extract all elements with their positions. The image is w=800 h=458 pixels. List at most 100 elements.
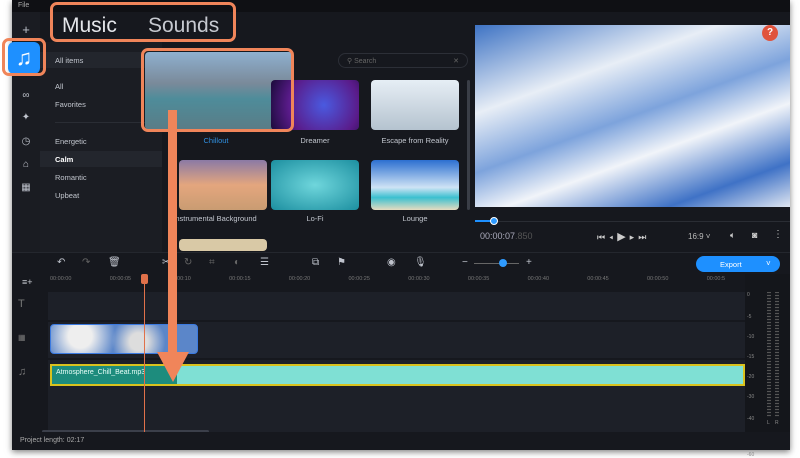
video-preview [475, 25, 790, 207]
audio-track-icon: ♫ [18, 366, 27, 378]
snapshot-icon[interactable]: ◙ [752, 230, 757, 240]
overlay-icon[interactable]: ⧉ [312, 257, 319, 268]
timeline-ruler: 00:00:00 00:00:05 00:00:10 00:00:15 00:00:20… [48, 274, 745, 290]
meter-tick-label: -20 [747, 374, 755, 380]
track-label-instrumental: Instrumental Background [173, 214, 257, 223]
undo-icon[interactable]: ↶ [57, 257, 65, 268]
timer-icon[interactable]: ◷ [18, 136, 34, 147]
clip-properties-icon[interactable]: ☰ [260, 257, 269, 268]
zoom-out-icon[interactable]: − [462, 257, 468, 268]
ruler-tick-label: 00:00:00 [50, 276, 72, 282]
meter-tick-label: -40 [747, 416, 755, 422]
menu-file[interactable]: File [18, 2, 29, 9]
more-icon[interactable]: ⋮ [773, 229, 783, 240]
ruler-tick-label: 00:00:30 [408, 276, 430, 282]
more-tools-icon[interactable]: ▦ [18, 182, 34, 193]
meter-bar-l [767, 292, 771, 417]
effects-icon[interactable]: ✦ [18, 112, 34, 123]
meter-channel-label: L [767, 420, 770, 426]
zoom-in-icon[interactable]: + [526, 257, 532, 268]
player-controls: 00:00:07.850 ⏮◂▶▸⏭ 16:9 ˅ 🔈︎ ◙ ⋮ [475, 207, 790, 253]
app-window: File + ♫ ∞ ✦ ◷ ⌂ ▦ Music Sounds All item… [8, 0, 790, 458]
annotation-arrow-shaft [168, 110, 177, 355]
search-input[interactable]: ⚲ Search ✕ [338, 53, 468, 68]
marker-icon[interactable]: ⚑ [337, 257, 346, 268]
export-label: Export [720, 260, 742, 269]
timecode: 00:00:07 [480, 231, 516, 241]
status-bar: Project length: 02:17 [12, 432, 790, 450]
export-button[interactable]: Export ˅ [696, 256, 780, 272]
seek-bar[interactable] [475, 221, 790, 222]
play-icon[interactable]: ▶ [617, 231, 629, 243]
annotation-arrow-head [157, 352, 189, 382]
zoom-slider[interactable] [474, 263, 519, 264]
video-track-icon: ▦ [18, 333, 26, 342]
ruler-tick-label: 00:00:50 [647, 276, 669, 282]
track-label-lofi: Lo-Fi [306, 214, 324, 223]
webcam-icon[interactable]: ◉ [387, 257, 396, 268]
add-icon[interactable]: + [18, 22, 34, 37]
stickers-icon[interactable]: ⌂ [18, 159, 34, 170]
export-dropdown-icon[interactable]: ˅ [766, 259, 771, 268]
track-thumb-escape[interactable] [371, 80, 459, 130]
delete-icon[interactable]: 🗑︎ [108, 257, 121, 268]
zoom-handle[interactable] [499, 259, 507, 267]
add-track-icon[interactable]: ≡+ [22, 277, 33, 287]
project-length: Project length: 02:17 [20, 437, 85, 444]
audio-clip-name: Atmosphere_Chill_Beat.mp3 [56, 369, 146, 376]
category-romantic[interactable]: Romantic [40, 169, 162, 185]
audio-clip[interactable]: Atmosphere_Chill_Beat.mp3 [50, 364, 745, 386]
skip-start-icon[interactable]: ⏮ [597, 232, 609, 242]
volume-icon[interactable]: 🔈︎ [730, 230, 735, 241]
playhead[interactable] [144, 274, 145, 432]
playhead-handle[interactable] [141, 274, 148, 284]
text-track-icon: T [18, 298, 25, 310]
audio-meter: 0-5-10-15-20-30-40-50-60LR [745, 274, 790, 458]
clear-icon[interactable]: ✕ [453, 57, 459, 65]
track-label-escape: Escape from Reality [381, 136, 449, 145]
track-thumb-instrumental[interactable] [179, 160, 267, 210]
meter-tick-label: -10 [747, 334, 755, 340]
meter-channel-label: R [775, 420, 779, 426]
annotation-music-icon-highlight [2, 38, 46, 76]
help-button[interactable]: ? [762, 25, 778, 41]
divider [55, 122, 155, 123]
track-label-chillout: Chillout [203, 136, 229, 145]
meter-tick-label: -15 [747, 354, 755, 360]
prev-frame-icon[interactable]: ◂ [609, 232, 617, 242]
skip-end-icon[interactable]: ⏭ [638, 232, 650, 242]
track-thumb-lounge[interactable] [371, 160, 459, 210]
color-icon[interactable]: ◐ [234, 257, 240, 268]
seek-handle[interactable] [489, 217, 498, 225]
category-upbeat[interactable]: Upbeat [40, 187, 162, 203]
timeline-toolbar: ↶ ↷ 🗑︎ ✂ ↻ ⌗ ◐ ☰ ⧉ ⚑ ◉ 🎙︎ − + Export ˅ [12, 252, 790, 274]
meter-tick-label: 0 [747, 292, 750, 298]
ruler-tick-label: 00:00:05 [109, 276, 132, 282]
annotation-tabs-highlight [50, 2, 236, 42]
category-energetic[interactable]: Energetic [40, 133, 162, 149]
track-thumb-lofi[interactable] [271, 160, 359, 210]
grid-scrollbar[interactable] [467, 80, 470, 210]
track-label-lounge: Lounge [402, 214, 428, 223]
ruler-tick-label: 00:00:40 [527, 276, 550, 282]
meter-bar-r [775, 292, 779, 417]
annotation-chillout-highlight [141, 48, 294, 132]
meter-tick-label: -5 [747, 314, 752, 320]
aspect-select[interactable]: 16:9 ˅ [688, 232, 710, 241]
track-label-dreamer: Dreamer [300, 136, 330, 145]
timecode-ms: .850 [515, 231, 533, 241]
category-calm[interactable]: Calm [40, 151, 162, 167]
ruler-tick-label: 00:00:20 [288, 276, 311, 282]
ruler-tick-label: 00:00:35 [467, 276, 490, 282]
ruler-tick-label: 00:00:45 [587, 276, 609, 282]
redo-icon[interactable]: ↷ [82, 257, 90, 268]
ruler-tick-label: 00:00:15 [229, 276, 251, 282]
track-thumb-partial[interactable] [179, 239, 267, 251]
next-frame-icon[interactable]: ▸ [630, 232, 639, 242]
meter-tick-label: -60 [747, 452, 755, 458]
microphone-icon[interactable]: 🎙︎ [414, 257, 427, 268]
audio-track: Atmosphere_Chill_Beat.mp3 [48, 360, 745, 432]
transitions-icon[interactable]: ∞ [18, 90, 34, 101]
crop-icon[interactable]: ⌗ [209, 257, 215, 268]
rotate-icon[interactable]: ↻ [184, 257, 192, 268]
